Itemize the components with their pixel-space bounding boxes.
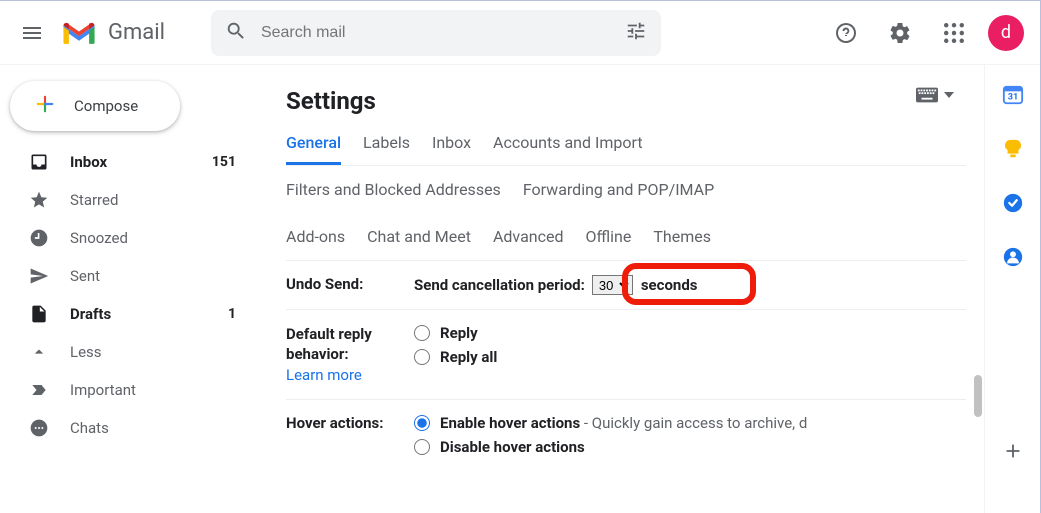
sidebar-item-less[interactable]: Less — [0, 333, 256, 371]
default-reply-label: Default reply behavior: — [286, 325, 372, 363]
header-actions: d — [661, 13, 1030, 53]
clock-icon — [28, 228, 50, 248]
search-options-icon[interactable] — [625, 20, 647, 46]
sidebar-item-label: Chats — [70, 419, 109, 437]
sidebar-item-starred[interactable]: Starred — [0, 181, 256, 219]
important-icon — [28, 380, 50, 400]
google-apps-button[interactable] — [934, 13, 974, 53]
tab-accounts[interactable]: Accounts and Import — [493, 133, 643, 165]
page-title: Settings — [286, 87, 966, 115]
gmail-icon — [60, 19, 98, 47]
setting-hover-actions: Hover actions: Enable hover actions - Qu… — [286, 400, 966, 476]
reply-all-option-label[interactable]: Reply all — [440, 348, 497, 366]
sidebar-item-label: Important — [70, 381, 136, 399]
setting-undo-send: Undo Send: Send cancellation period: 30 … — [286, 261, 966, 310]
sidebar-item-label: Starred — [70, 191, 118, 209]
cancellation-period-label: Send cancellation period: — [414, 276, 585, 294]
learn-more-link[interactable]: Learn more — [286, 366, 362, 384]
search-icon — [225, 20, 247, 46]
cancellation-period-select[interactable]: 30 — [592, 275, 633, 295]
sidebar-item-label: Snoozed — [70, 229, 128, 247]
main-menu-button[interactable] — [8, 9, 56, 57]
compose-label: Compose — [74, 97, 138, 115]
draft-icon — [28, 304, 50, 324]
settings-tabs-row1: General Labels Inbox Accounts and Import — [286, 133, 966, 166]
tasks-addon[interactable] — [1001, 191, 1025, 215]
scrollbar-thumb[interactable] — [974, 375, 982, 417]
reply-option-label[interactable]: Reply — [440, 324, 478, 342]
sidebar-item-sent[interactable]: Sent — [0, 257, 256, 295]
sidebar-item-inbox[interactable]: Inbox 151 — [0, 143, 256, 181]
settings-button[interactable] — [880, 13, 920, 53]
contacts-addon[interactable] — [1001, 245, 1025, 269]
settings-tabs-row2: Filters and Blocked Addresses Forwarding… — [286, 166, 966, 213]
get-addons-button[interactable] — [1001, 439, 1025, 463]
tab-offline[interactable]: Offline — [585, 227, 631, 246]
gmail-logo[interactable]: Gmail — [56, 19, 165, 47]
tab-filters[interactable]: Filters and Blocked Addresses — [286, 180, 501, 199]
search-input[interactable] — [261, 24, 611, 42]
inbox-icon — [28, 152, 50, 172]
input-tools-button[interactable] — [916, 87, 954, 103]
sidebar-item-label: Inbox — [70, 153, 107, 171]
sidebar-item-drafts[interactable]: Drafts 1 — [0, 295, 256, 333]
sidebar-item-snoozed[interactable]: Snoozed — [0, 219, 256, 257]
tab-chat[interactable]: Chat and Meet — [367, 227, 471, 246]
sidebar-item-important[interactable]: Important — [0, 371, 256, 409]
tab-addons[interactable]: Add-ons — [286, 227, 345, 246]
header: Gmail d — [0, 1, 1040, 65]
account-avatar[interactable]: d — [988, 15, 1024, 51]
tab-forwarding[interactable]: Forwarding and POP/IMAP — [523, 180, 714, 199]
tab-themes[interactable]: Themes — [653, 227, 711, 246]
nav-list: Inbox 151 Starred Snoozed Sent Dra — [0, 143, 256, 447]
tab-general[interactable]: General — [286, 133, 341, 165]
sidebar-item-label: Sent — [70, 267, 100, 285]
sidebar: Compose Inbox 151 Starred Snoozed — [0, 65, 256, 513]
settings-content: Settings General Labels Inbox Accounts a… — [256, 65, 984, 513]
tab-inbox[interactable]: Inbox — [432, 133, 471, 165]
hover-actions-label: Hover actions: — [286, 414, 414, 462]
sidebar-item-count: 1 — [228, 306, 236, 322]
side-panel: 31 — [984, 65, 1040, 513]
chat-icon — [28, 418, 50, 438]
sidebar-item-label: Less — [70, 343, 102, 361]
reply-all-radio[interactable] — [414, 349, 430, 365]
compose-button[interactable]: Compose — [10, 81, 180, 131]
svg-text:31: 31 — [1007, 93, 1018, 103]
seconds-label: seconds — [641, 276, 698, 294]
enable-hover-label[interactable]: Enable hover actions - Quickly gain acce… — [440, 414, 807, 432]
star-icon — [28, 190, 50, 210]
sidebar-item-chats[interactable]: Chats — [0, 409, 256, 447]
search-bar[interactable] — [211, 10, 661, 56]
support-button[interactable] — [826, 13, 866, 53]
tab-labels[interactable]: Labels — [363, 133, 410, 165]
sidebar-item-count: 151 — [212, 154, 236, 170]
gmail-text: Gmail — [108, 20, 165, 45]
compose-plus-icon — [32, 91, 58, 121]
reply-radio[interactable] — [414, 325, 430, 341]
disable-hover-label[interactable]: Disable hover actions — [440, 438, 585, 456]
sidebar-item-label: Drafts — [70, 305, 111, 323]
setting-default-reply: Default reply behavior: Learn more Reply… — [286, 310, 966, 400]
keep-addon[interactable] — [1001, 137, 1025, 161]
enable-hover-radio[interactable] — [414, 415, 430, 431]
settings-tabs-row3: Add-ons Chat and Meet Advanced Offline T… — [286, 213, 966, 261]
chevron-up-icon — [28, 342, 50, 362]
tab-advanced[interactable]: Advanced — [493, 227, 564, 246]
send-icon — [28, 266, 50, 286]
calendar-addon[interactable]: 31 — [1001, 83, 1025, 107]
disable-hover-radio[interactable] — [414, 439, 430, 455]
undo-send-label: Undo Send: — [286, 275, 414, 295]
